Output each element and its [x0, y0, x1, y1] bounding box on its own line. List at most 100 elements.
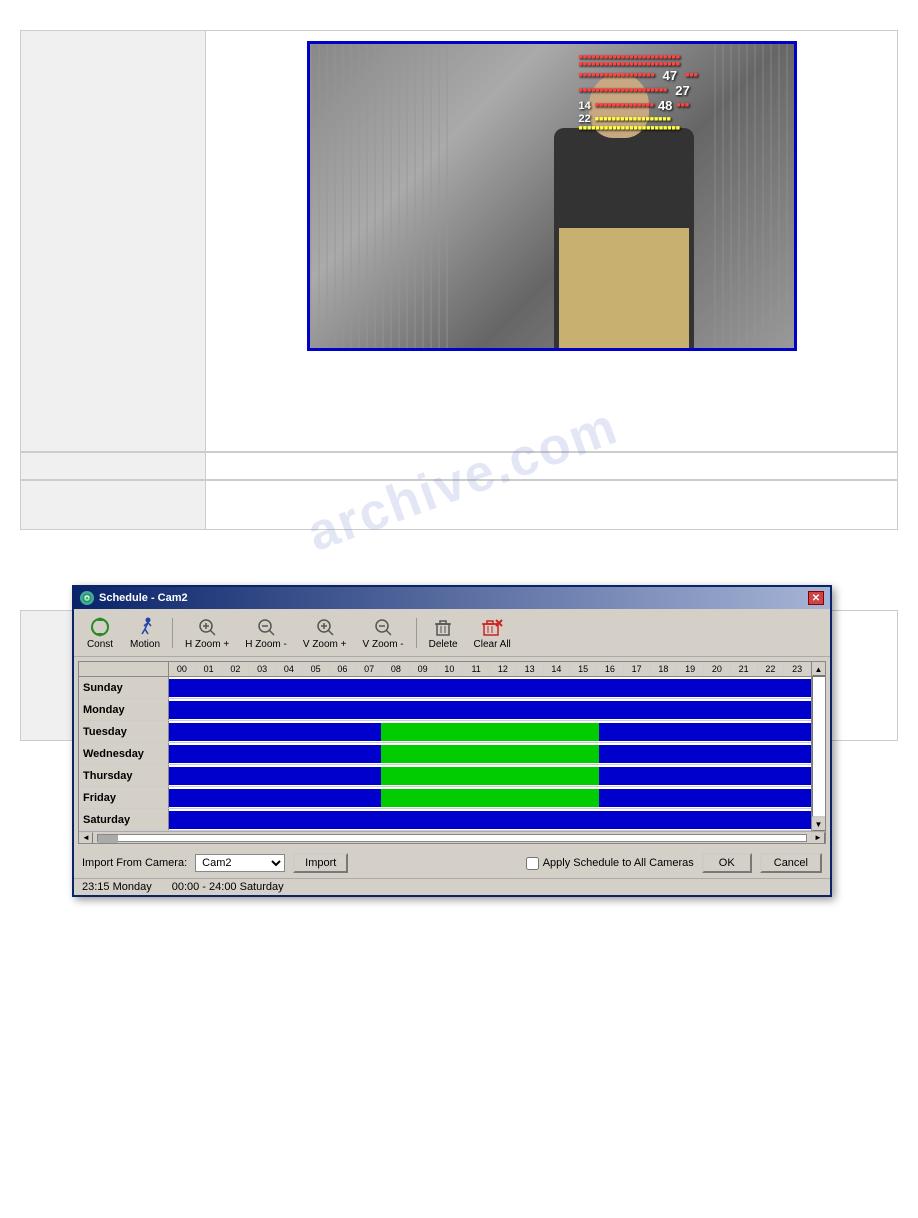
dialog-title-area: Schedule - Cam2: [80, 591, 188, 605]
toolbar-motion-button[interactable]: Motion: [124, 613, 166, 652]
tuesday-blue-block-right: [599, 723, 811, 741]
thursday-schedule[interactable]: [169, 765, 811, 787]
motion-detection-overlay: ■■■■■■■■■■■■■■■■■■■■■■■■ ■■■■■■■■■■■■■■■…: [579, 54, 779, 184]
toolbar-separator-2: [416, 618, 417, 648]
hour-23: 23: [784, 662, 811, 676]
friday-schedule[interactable]: [169, 787, 811, 809]
tuesday-schedule[interactable]: [169, 721, 811, 743]
ok-button[interactable]: OK: [702, 853, 752, 873]
wednesday-blue-block-right: [599, 745, 811, 763]
toolbar-hzoom-plus-button[interactable]: H Zoom +: [179, 613, 235, 652]
motion-number-22: 22: [579, 113, 591, 125]
schedule-row-saturday[interactable]: Saturday: [79, 809, 811, 831]
schedule-main-area: 00 01 02 03 04 05 06 07 08 09 10 11 12 1…: [79, 662, 825, 831]
wednesday-schedule[interactable]: [169, 743, 811, 765]
monday-schedule[interactable]: [169, 699, 811, 721]
schedule-row-monday[interactable]: Monday: [79, 699, 811, 721]
apply-all-label: Apply Schedule to All Cameras: [543, 857, 694, 869]
sunday-label: Sunday: [79, 677, 169, 698]
hour-14: 14: [544, 662, 571, 676]
vzoom-minus-icon: [371, 615, 395, 639]
vertical-scrollbar[interactable]: ▲ ▼: [811, 662, 825, 831]
hour-06: 06: [330, 662, 357, 676]
toolbar-separator-1: [172, 618, 173, 648]
hour-12: 12: [490, 662, 517, 676]
scroll-track-horizontal: [97, 834, 807, 842]
dialog-title-icon: [80, 591, 94, 605]
hour-15: 15: [570, 662, 597, 676]
hour-10: 10: [437, 662, 464, 676]
dialog-toolbar: Const Motion: [74, 609, 830, 657]
schedule-dialog: Schedule - Cam2 ✕ Const: [72, 585, 832, 897]
hour-18: 18: [651, 662, 678, 676]
bottom-row2-right: [206, 481, 897, 529]
dialog-status-bar: 23:15 Monday 00:00 - 24:00 Saturday: [74, 878, 830, 895]
toolbar-const-button[interactable]: Const: [80, 613, 120, 652]
motion-number-14: 14: [579, 100, 591, 112]
tuesday-label: Tuesday: [79, 721, 169, 742]
hour-07: 07: [356, 662, 383, 676]
const-icon: [88, 615, 112, 639]
hour-header-row: 00 01 02 03 04 05 06 07 08 09 10 11 12 1…: [169, 662, 811, 676]
schedule-row-thursday[interactable]: Thursday: [79, 765, 811, 787]
import-label: Import From Camera:: [82, 857, 187, 869]
schedule-row-wednesday[interactable]: Wednesday: [79, 743, 811, 765]
sunday-schedule[interactable]: [169, 677, 811, 699]
toolbar-clear-all-button[interactable]: Clear All: [468, 613, 517, 652]
dialog-bottom-controls: Import From Camera: Cam2 Import Apply Sc…: [74, 848, 830, 878]
motion-number-47: 47: [663, 68, 677, 83]
motion-label: Motion: [130, 639, 160, 650]
scroll-track: [812, 676, 826, 817]
right-panel: ■■■■■■■■■■■■■■■■■■■■■■■■ ■■■■■■■■■■■■■■■…: [206, 31, 897, 451]
status-schedule-range: 00:00 - 24:00 Saturday: [172, 881, 284, 893]
schedule-row-sunday[interactable]: Sunday: [79, 677, 811, 699]
tuesday-green-block: [381, 723, 599, 741]
hzoom-minus-icon: [254, 615, 278, 639]
hour-00: 00: [169, 662, 196, 676]
motion-icon: [133, 615, 157, 639]
tuesday-blue-block-left: [169, 723, 381, 741]
sunday-blue-block: [169, 679, 811, 697]
hour-11: 11: [463, 662, 490, 676]
cancel-button[interactable]: Cancel: [760, 853, 822, 873]
scroll-right-button[interactable]: ►: [811, 832, 825, 844]
schedule-grid-inner: 00 01 02 03 04 05 06 07 08 09 10 11 12 1…: [79, 662, 811, 831]
hour-13: 13: [517, 662, 544, 676]
toolbar-delete-button[interactable]: Delete: [423, 613, 464, 652]
motion-number-48: 48: [658, 98, 672, 113]
scroll-down-button[interactable]: ▼: [812, 817, 826, 831]
schedule-row-tuesday[interactable]: Tuesday: [79, 721, 811, 743]
saturday-schedule[interactable]: [169, 809, 811, 831]
wednesday-label: Wednesday: [79, 743, 169, 764]
apply-all-checkbox[interactable]: [526, 857, 539, 870]
thursday-blue-block-left: [169, 767, 381, 785]
vzoom-plus-label: V Zoom +: [303, 639, 347, 650]
hour-16: 16: [597, 662, 624, 676]
import-camera-select[interactable]: Cam2: [195, 854, 285, 872]
hour-21: 21: [731, 662, 758, 676]
friday-blue-block-left: [169, 789, 381, 807]
horizontal-scrollbar[interactable]: ◄ ►: [79, 831, 825, 843]
hzoom-plus-icon: [195, 615, 219, 639]
scroll-up-button[interactable]: ▲: [812, 662, 826, 676]
status-time-day: 23:15 Monday: [82, 881, 152, 893]
scroll-left-button[interactable]: ◄: [79, 832, 93, 844]
hour-05: 05: [303, 662, 330, 676]
toolbar-vzoom-plus-button[interactable]: V Zoom +: [297, 613, 353, 652]
dialog-titlebar: Schedule - Cam2 ✕: [74, 587, 830, 609]
import-button[interactable]: Import: [293, 853, 348, 873]
monday-label: Monday: [79, 699, 169, 720]
left-panel: [21, 31, 206, 451]
toolbar-vzoom-minus-button[interactable]: V Zoom -: [357, 613, 410, 652]
friday-green-block: [381, 789, 599, 807]
dialog-title-text: Schedule - Cam2: [99, 592, 188, 604]
toolbar-hzoom-minus-button[interactable]: H Zoom -: [239, 613, 293, 652]
dialog-close-button[interactable]: ✕: [808, 591, 824, 605]
motion-number-27: 27: [675, 83, 689, 98]
bottom-row1-left: [21, 453, 206, 479]
top-section-row-2: [20, 480, 898, 530]
wednesday-blue-block-left: [169, 745, 381, 763]
schedule-row-friday[interactable]: Friday: [79, 787, 811, 809]
hour-09: 09: [410, 662, 437, 676]
hour-08: 08: [383, 662, 410, 676]
